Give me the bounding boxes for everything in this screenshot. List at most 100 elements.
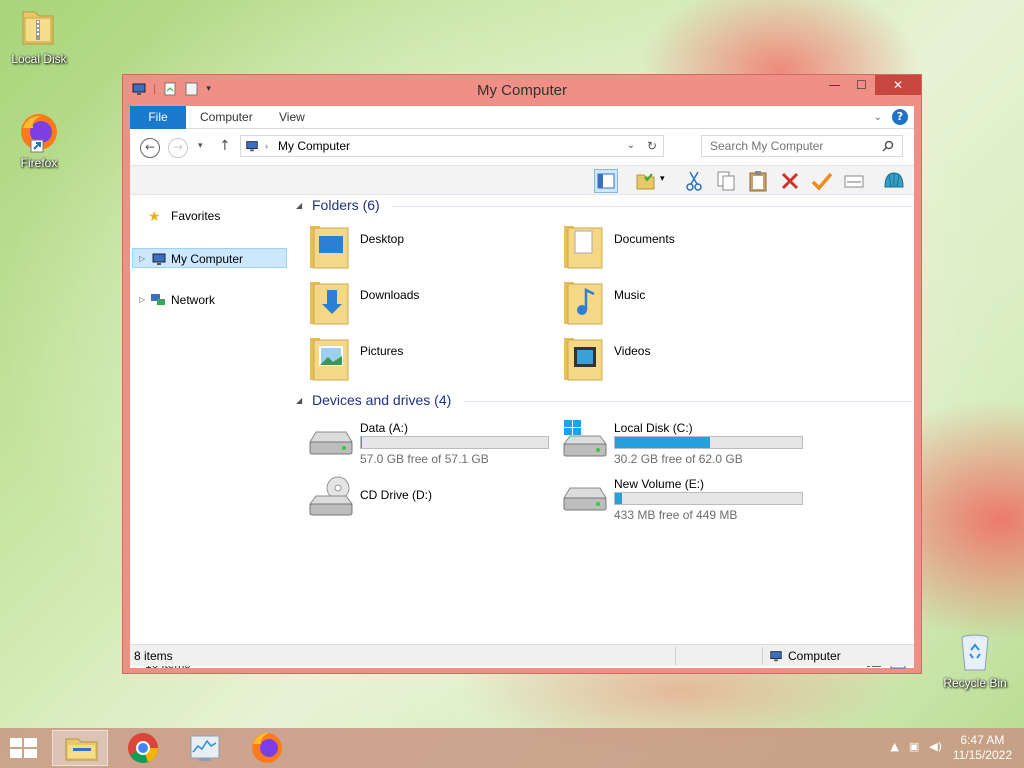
navigation-bar: ← → ▾ ↑ › My Computer ⌄ ↻	[130, 129, 914, 165]
address-dropdown-icon[interactable]: ⌄	[627, 136, 635, 156]
paste-button[interactable]	[746, 169, 770, 193]
recent-locations-icon[interactable]: ▾	[198, 141, 203, 151]
windows-logo-icon	[10, 738, 37, 758]
refresh-icon[interactable]: ↻	[647, 136, 657, 156]
firefox-icon	[17, 110, 61, 154]
network-status-icon[interactable]: ▣	[909, 740, 919, 753]
drive-usage-fill	[615, 493, 622, 504]
desktop-icon-recycle-bin[interactable]: Recycle Bin	[938, 630, 1012, 690]
music-folder-icon	[564, 282, 603, 325]
system-tray: ▲ ▣ ◀)	[890, 740, 942, 753]
videos-folder-icon	[564, 338, 603, 381]
tab-file[interactable]: File	[130, 106, 186, 129]
delete-x-icon	[781, 172, 799, 190]
recycle-bin-icon	[953, 630, 997, 674]
window-title: My Computer	[476, 82, 568, 99]
sidebar-item-my-computer[interactable]: ▷ My Computer	[132, 248, 287, 268]
collapse-group-icon[interactable]: ◢	[296, 201, 302, 210]
documents-folder-icon	[564, 226, 603, 269]
desktop-icon-label: Firefox	[20, 156, 58, 170]
taskbar-task-manager[interactable]	[177, 730, 233, 766]
desktop-icon-local-disk[interactable]: Local Disk	[2, 6, 76, 66]
drive-usage-bar	[614, 436, 803, 449]
command-toolbar: ▾	[130, 165, 914, 195]
new-item-button[interactable]	[842, 169, 866, 193]
folder-item-music[interactable]: Music	[560, 276, 810, 330]
status-bar: 8 items Computer	[130, 644, 914, 666]
expand-ribbon-icon[interactable]: ⌄	[874, 112, 882, 123]
sidebar-item-label: My Computer	[171, 252, 244, 266]
drive-item-e[interactable]: New Volume (E:) 433 MB free of 449 MB	[560, 474, 810, 528]
title-bar[interactable]: | ▾ My Computer — ☐ ✕	[123, 75, 921, 106]
folder-item-label: Desktop	[360, 232, 405, 246]
desktop-icon-firefox[interactable]: Firefox	[2, 110, 76, 170]
address-bar[interactable]: › My Computer ⌄ ↻	[240, 135, 664, 157]
folder-item-label: Videos	[614, 344, 651, 358]
folder-item-videos[interactable]: Videos	[560, 332, 810, 386]
folder-item-documents[interactable]: Documents	[560, 220, 810, 274]
help-icon[interactable]: ?	[892, 109, 908, 125]
folder-item-pictures[interactable]: Pictures	[306, 332, 556, 386]
preview-pane-icon	[597, 173, 615, 189]
folder-item-label: Pictures	[360, 344, 404, 358]
taskbar-file-explorer[interactable]	[52, 730, 108, 766]
star-icon: ★	[148, 208, 161, 224]
clock-date: 11/15/2022	[952, 748, 1012, 762]
group-heading-folders[interactable]: Folders (6)	[312, 197, 380, 213]
explorer-window: | ▾ My Computer — ☐ ✕ File Computer View…	[122, 74, 922, 674]
group-heading-drives[interactable]: Devices and drives (4)	[312, 392, 451, 408]
properties-icon	[636, 173, 655, 190]
breadcrumb-chevron-icon[interactable]: ›	[265, 136, 268, 156]
maximize-button[interactable]: ☐	[848, 75, 875, 95]
customize-button[interactable]	[882, 169, 906, 193]
search-input[interactable]	[710, 139, 880, 153]
chrome-icon	[128, 733, 158, 763]
drive-item-d[interactable]: CD Drive (D:)	[306, 474, 556, 528]
copy-button[interactable]	[714, 169, 738, 193]
group-divider	[392, 206, 912, 207]
properties-dropdown-icon[interactable]: ▾	[660, 174, 665, 184]
folder-item-downloads[interactable]: Downloads	[306, 276, 556, 330]
ribbon-tabs: File Computer View ⌄ ?	[130, 106, 914, 129]
show-hidden-icons-icon[interactable]: ▲	[890, 740, 898, 753]
rename-button[interactable]	[810, 169, 834, 193]
search-icon[interactable]	[882, 140, 894, 152]
drive-usage-fill	[615, 437, 711, 448]
minimize-button[interactable]: —	[821, 75, 848, 95]
shell-icon	[884, 172, 904, 188]
drive-usage-bar	[360, 436, 549, 449]
folder-item-desktop[interactable]: Desktop	[306, 220, 556, 274]
taskbar-chrome[interactable]	[115, 730, 171, 766]
firefox-icon	[252, 733, 282, 763]
forward-button[interactable]: →	[168, 138, 188, 158]
taskbar-firefox[interactable]	[239, 730, 295, 766]
desktop-folder-icon	[310, 226, 349, 269]
drive-item-label: New Volume (E:)	[614, 477, 705, 491]
ribbon-right: ⌄ ?	[874, 109, 908, 125]
window-client: File Computer View ⌄ ? ← → ▾ ↑ › My Comp…	[130, 106, 914, 671]
delete-button[interactable]	[778, 169, 802, 193]
volume-icon[interactable]: ◀)	[929, 740, 942, 753]
drive-item-a[interactable]: Data (A:) 57.0 GB free of 57.1 GB	[306, 418, 556, 472]
expand-arrow-icon[interactable]: ▷	[139, 249, 145, 269]
window-icon	[844, 175, 864, 188]
tab-computer[interactable]: Computer	[200, 106, 253, 129]
tab-view[interactable]: View	[279, 106, 305, 129]
taskbar: ▲ ▣ ◀) 6:47 AM 11/15/2022	[0, 728, 1024, 768]
up-arrow-icon[interactable]: ↑	[219, 138, 231, 154]
preview-pane-button[interactable]	[594, 169, 618, 193]
checkmark-icon	[811, 172, 833, 191]
start-button[interactable]	[0, 730, 56, 766]
taskbar-clock[interactable]: 6:47 AM 11/15/2022	[953, 733, 1012, 763]
drive-item-c[interactable]: Local Disk (C:) 30.2 GB free of 62.0 GB	[560, 418, 810, 472]
back-button[interactable]: ←	[140, 138, 160, 158]
search-box[interactable]	[701, 135, 903, 157]
cut-button[interactable]	[682, 169, 706, 193]
downloads-folder-icon	[310, 282, 349, 325]
sidebar-item-network[interactable]: ▷ Network	[132, 290, 287, 310]
properties-button[interactable]	[634, 169, 658, 193]
expand-arrow-icon[interactable]: ▷	[139, 290, 145, 310]
close-button[interactable]: ✕	[875, 75, 921, 95]
sidebar-item-favorites[interactable]: ★ Favorites	[132, 206, 287, 226]
collapse-group-icon[interactable]: ◢	[296, 396, 302, 405]
